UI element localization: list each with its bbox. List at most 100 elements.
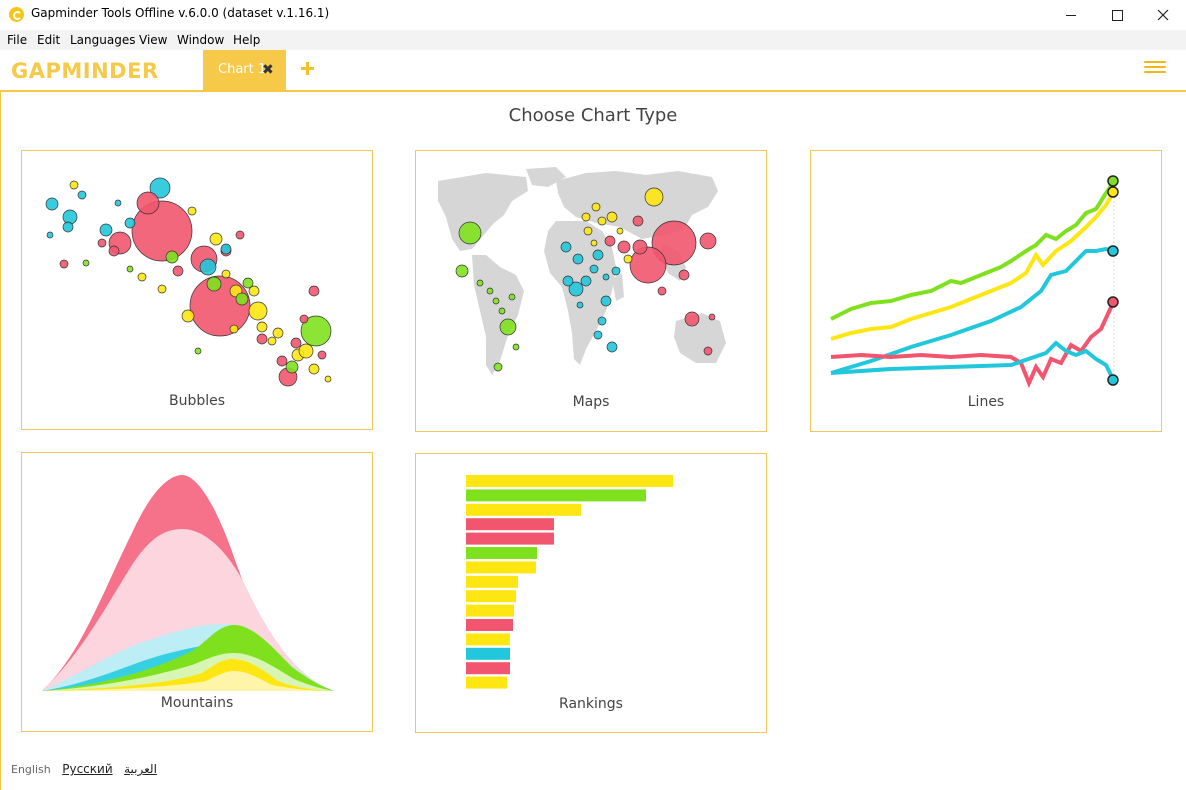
app-logo-icon	[9, 7, 24, 22]
map-bubble-mark	[492, 297, 500, 305]
map-bubble-mark	[632, 239, 648, 255]
hamburger-menu-icon[interactable]	[1144, 61, 1166, 77]
map-bubble-mark	[560, 241, 572, 253]
bubble-mark	[46, 231, 54, 239]
bubble-mark	[97, 238, 107, 248]
bubbles-thumbnail	[45, 177, 332, 387]
map-bubble-mark	[657, 286, 667, 296]
bubble-mark	[157, 284, 167, 294]
menu-help[interactable]: Help	[233, 33, 260, 47]
ranking-bar	[466, 633, 510, 646]
language-russian[interactable]: Русский	[62, 762, 112, 776]
map-bubble-mark	[498, 307, 506, 315]
ranking-bar	[466, 604, 514, 617]
bubble-mark	[45, 197, 59, 211]
map-bubble-mark	[600, 295, 612, 307]
map-bubble-mark	[623, 254, 633, 264]
bubble-mark	[69, 180, 79, 190]
chart-type-bubbles[interactable]: Bubbles	[21, 150, 373, 430]
maximize-button[interactable]	[1094, 0, 1140, 30]
bubble-mark	[221, 269, 231, 279]
menu-languages[interactable]: Languages	[70, 33, 135, 47]
ranking-bar	[466, 590, 516, 603]
ranking-bar	[466, 489, 646, 502]
chart-type-rankings[interactable]: Rankings	[415, 453, 767, 733]
map-bubble-mark	[604, 235, 616, 247]
map-bubble-mark	[499, 318, 517, 336]
map-bubble-mark	[606, 341, 618, 353]
map-bubble-mark	[486, 287, 494, 295]
menu-window[interactable]: Window	[177, 33, 224, 47]
bubble-mark	[82, 259, 90, 267]
close-window-button[interactable]	[1140, 0, 1186, 30]
map-bubble-mark	[684, 311, 700, 327]
bubble-mark	[194, 347, 202, 355]
bubble-mark	[308, 285, 320, 297]
plus-icon[interactable]	[298, 58, 318, 78]
maps-thumbnail	[438, 167, 726, 375]
bubble-mark	[136, 191, 160, 215]
tab-chart-1[interactable]: Chart 1 ✖	[203, 50, 286, 90]
bubble-mark	[62, 209, 78, 225]
map-bubble-mark	[455, 264, 469, 278]
bubble-mark	[209, 232, 223, 246]
minimize-icon	[1066, 14, 1076, 16]
bubble-mark	[220, 243, 232, 255]
menu-file[interactable]: File	[7, 33, 27, 47]
map-bubble-mark	[616, 227, 624, 235]
window-titlebar: Gapminder Tools Offline v.6.0.0 (dataset…	[0, 0, 1186, 30]
bubble-mark	[77, 190, 87, 200]
bubble-mark	[299, 314, 309, 324]
map-bubble-mark	[591, 202, 601, 212]
ranking-bar	[466, 676, 507, 689]
chart-type-maps[interactable]: Maps	[415, 150, 767, 432]
bubble-mark	[126, 265, 134, 273]
bubble-mark	[62, 221, 74, 233]
map-bubble-mark	[590, 239, 598, 247]
map-bubble-mark	[593, 330, 603, 340]
mountains-thumbnail	[42, 475, 334, 691]
bubble-mark	[108, 245, 120, 257]
language-arabic[interactable]: العربية	[124, 762, 157, 776]
map-bubble-mark	[583, 226, 593, 236]
menu-edit[interactable]: Edit	[37, 33, 60, 47]
map-bubble-mark	[580, 275, 592, 287]
bubble-mark	[114, 199, 122, 207]
language-english[interactable]: English	[11, 763, 51, 776]
bubble-mark	[187, 206, 197, 216]
map-bubble-mark	[476, 279, 484, 287]
maps-label: Maps	[572, 394, 610, 410]
map-bubble-mark	[562, 275, 574, 287]
rankings-thumbnail	[466, 475, 673, 689]
close-icon[interactable]: ✖	[262, 63, 274, 77]
map-bubble-mark	[592, 249, 604, 261]
bubble-mark	[59, 259, 69, 269]
bubble-mark	[124, 217, 136, 229]
close-icon	[1157, 9, 1169, 21]
menu-bar: File Edit Languages View Window Help	[0, 30, 1186, 50]
map-bubble-mark	[644, 187, 664, 207]
map-bubble-mark	[703, 346, 713, 356]
map-bubble-mark	[611, 266, 621, 276]
bubble-mark	[99, 223, 113, 237]
bubble-mark	[267, 336, 277, 346]
map-bubble-mark	[576, 301, 584, 309]
map-bubble-mark	[572, 253, 584, 265]
minimize-button[interactable]	[1048, 0, 1094, 30]
bubble-mark	[165, 250, 179, 264]
map-bubble-mark	[699, 232, 717, 250]
map-bubble-mark	[508, 293, 516, 301]
app-header	[0, 50, 1186, 92]
map-bubble-mark	[617, 240, 631, 254]
lines-thumbnail	[830, 175, 1119, 389]
svg-text:GAPMINDER: GAPMINDER	[11, 59, 159, 82]
ranking-bar	[466, 475, 673, 487]
menu-view[interactable]: View	[139, 33, 167, 47]
map-bubble-mark	[597, 216, 607, 226]
page-title: Choose Chart Type	[508, 105, 678, 126]
chart-type-lines[interactable]: Lines	[810, 150, 1162, 432]
bubble-mark	[206, 276, 222, 292]
chart-type-mountains[interactable]: Mountains	[21, 452, 373, 732]
rankings-label: Rankings	[559, 696, 623, 712]
bubble-mark	[308, 363, 320, 375]
